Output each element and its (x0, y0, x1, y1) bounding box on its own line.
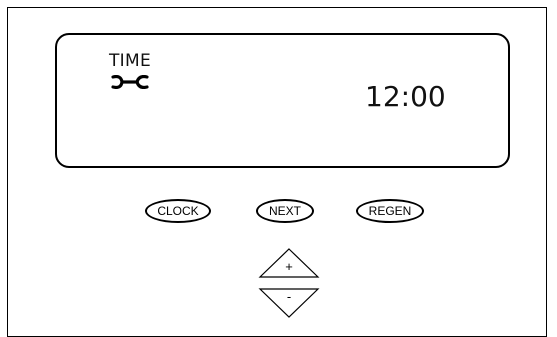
down-button-label: - (286, 289, 292, 304)
control-panel: TIME 12:00 CLOCK NEXT REGEN + - (7, 7, 547, 337)
up-button-label: + (285, 259, 293, 274)
up-button[interactable]: + (258, 247, 320, 279)
clock-button[interactable]: CLOCK (145, 199, 211, 223)
down-button[interactable]: - (258, 287, 320, 319)
lcd-display: TIME 12:00 (55, 33, 510, 168)
display-value: 12:00 (365, 80, 446, 113)
wrench-icon (111, 75, 149, 89)
regen-button[interactable]: REGEN (356, 199, 424, 223)
display-mode-label: TIME (109, 51, 152, 71)
next-button[interactable]: NEXT (256, 199, 314, 223)
